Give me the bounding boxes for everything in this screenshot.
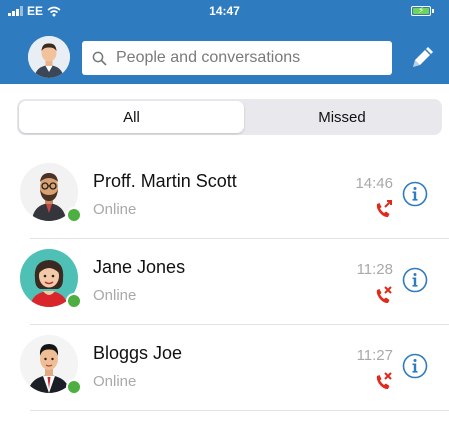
- contact-status: Online: [93, 201, 137, 218]
- online-status-dot: [66, 379, 82, 395]
- info-icon[interactable]: [402, 267, 428, 293]
- list-item[interactable]: Bloggs Joe Online 11:27: [0, 325, 449, 411]
- info-icon[interactable]: [402, 181, 428, 207]
- call-time: 11:27: [356, 347, 393, 364]
- profile-avatar[interactable]: [28, 36, 70, 78]
- missed-call-icon: [376, 372, 392, 390]
- battery-icon: ⚡: [411, 5, 434, 16]
- tab-all[interactable]: All: [19, 101, 244, 133]
- contact-name: Proff. Martin Scott: [93, 171, 237, 191]
- filter-tabs: All Missed: [17, 99, 442, 135]
- contact-avatar: [20, 335, 82, 395]
- call-time: 11:28: [356, 261, 393, 278]
- clock: 14:47: [209, 4, 240, 18]
- online-status-dot: [66, 207, 82, 223]
- list-item[interactable]: Proff. Martin Scott Online 14:46: [0, 153, 449, 239]
- outgoing-call-icon: [376, 200, 392, 218]
- missed-call-icon: [376, 286, 392, 304]
- contact-status: Online: [93, 373, 137, 390]
- search-icon: [92, 51, 107, 66]
- info-icon[interactable]: [402, 353, 428, 379]
- tab-missed[interactable]: Missed: [244, 101, 440, 133]
- pencil-icon[interactable]: [408, 42, 438, 72]
- contact-avatar: [20, 249, 82, 309]
- contact-list: Proff. Martin Scott Online 14:46 Jane Jo…: [0, 153, 449, 411]
- search-input[interactable]: People and conversations: [116, 49, 300, 67]
- call-time: 14:46: [355, 175, 393, 192]
- app-header: EE 14:47 ⚡ People and conversations: [0, 0, 449, 84]
- online-status-dot: [66, 293, 82, 309]
- contact-avatar: [20, 163, 82, 223]
- contact-name: Jane Jones: [93, 257, 186, 277]
- search-bar[interactable]: People and conversations: [82, 41, 392, 75]
- list-item[interactable]: Jane Jones Online 11:28: [0, 239, 449, 325]
- status-bar: EE 14:47 ⚡: [0, 0, 449, 24]
- contact-name: Bloggs Joe: [93, 343, 183, 363]
- contact-status: Online: [93, 287, 137, 304]
- row-divider: [30, 410, 449, 411]
